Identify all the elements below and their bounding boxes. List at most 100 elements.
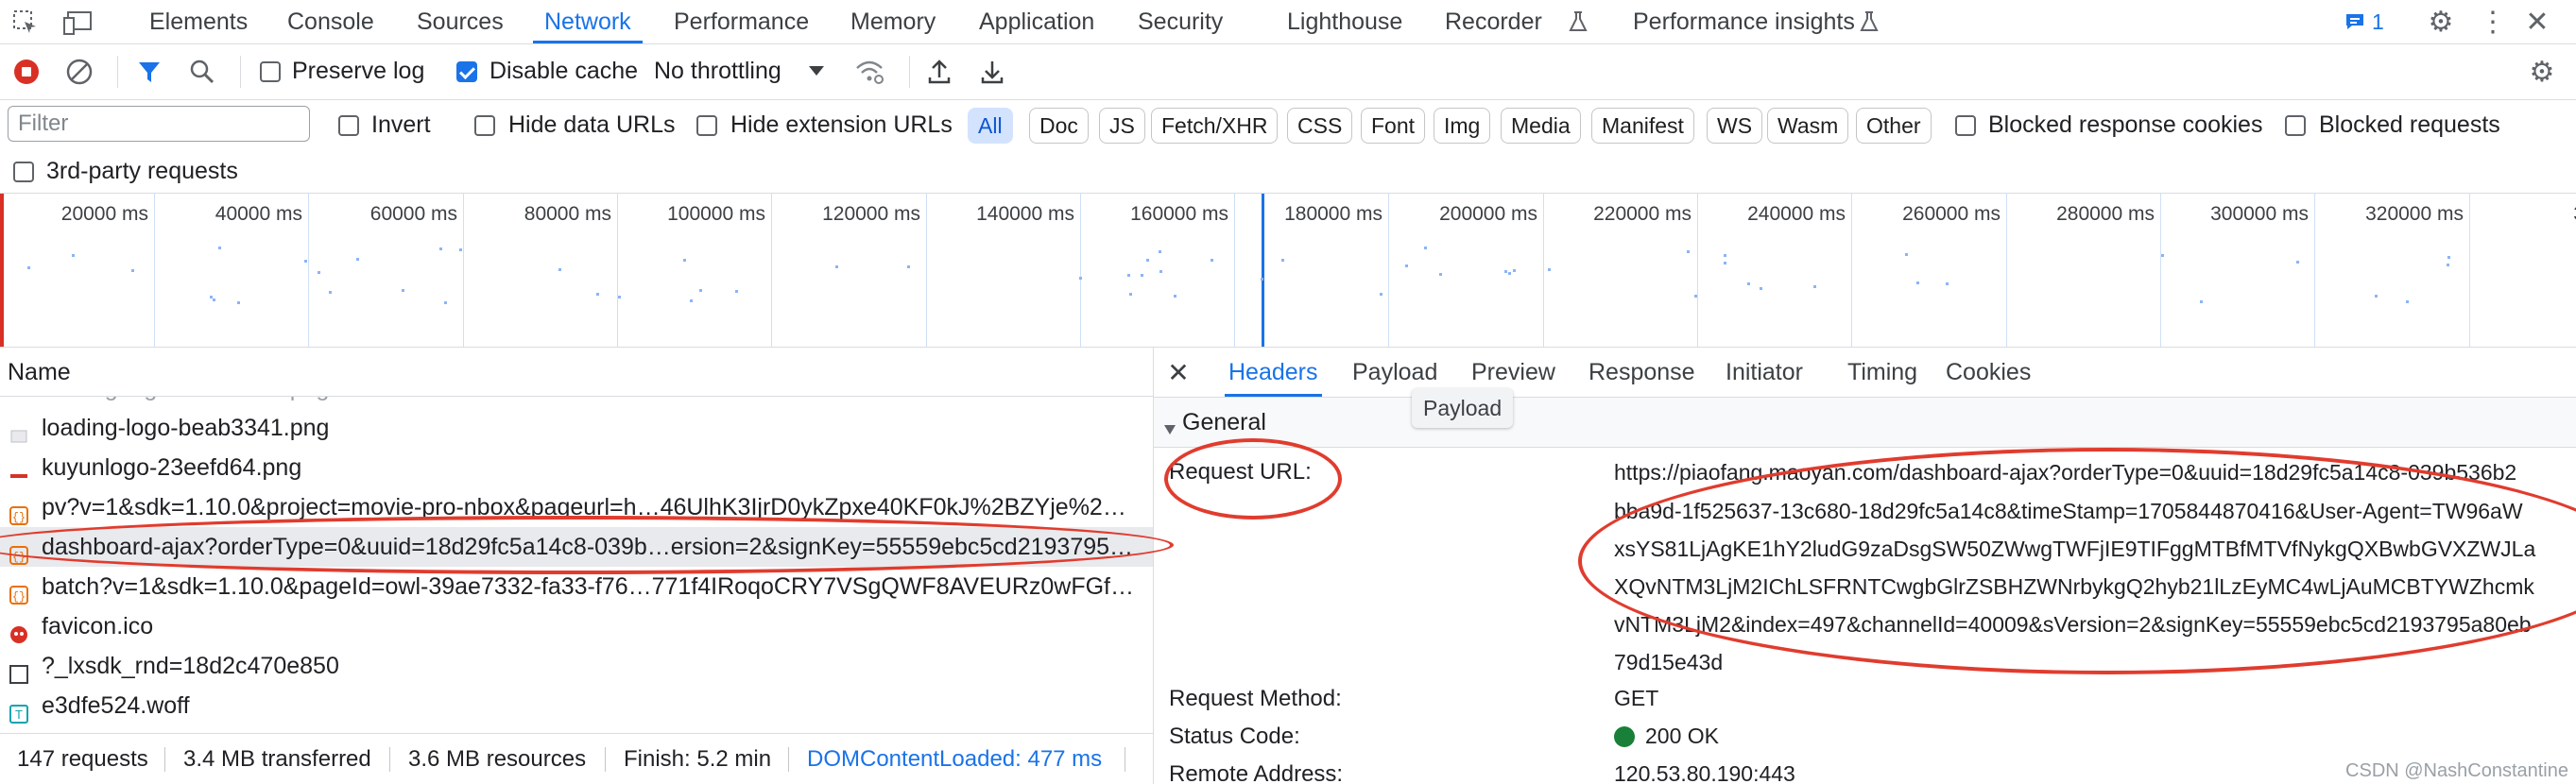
xhr-icon: {} [9, 537, 28, 565]
filter-type-ws[interactable]: WS [1707, 108, 1763, 144]
request-url-line: bba9d-1f525637-13c680-18d29fc5a14c8&time… [1614, 499, 2523, 523]
blocked-requests-checkbox[interactable] [2285, 115, 2306, 136]
tab-console[interactable]: Console [287, 0, 374, 43]
svg-text:T: T [15, 707, 23, 722]
tab-elements[interactable]: Elements [149, 0, 248, 43]
tab-network[interactable]: Network [533, 0, 643, 43]
disable-cache-checkbox[interactable] [456, 61, 477, 82]
divider [117, 56, 118, 88]
name-column-header[interactable]: Name [0, 348, 1153, 397]
filter-type-font[interactable]: Font [1361, 108, 1426, 144]
timeline-tick-label: 140000 ms [976, 203, 1074, 225]
stop-recording-icon[interactable] [11, 57, 42, 87]
timeline-tick [617, 194, 618, 347]
timeline-tick [926, 194, 927, 347]
network-conditions-icon[interactable] [853, 57, 885, 87]
tab-sources[interactable]: Sources [417, 0, 504, 43]
search-icon[interactable] [187, 57, 217, 87]
table-row[interactable]: ?_lxsdk_rnd=18d2c470e850 [0, 646, 1153, 686]
request-method-value: GET [1614, 686, 1659, 710]
timeline-tick-label: 180000 ms [1284, 203, 1382, 225]
general-section-header[interactable]: General [1154, 398, 2576, 448]
xhr-icon: {} [9, 577, 28, 605]
table-row[interactable]: kuyunlogo-23eefd64.png [0, 448, 1153, 487]
import-har-icon[interactable] [925, 57, 953, 87]
request-url-line: vNTM3LjM2&index=497&channelId=40009&sVer… [1614, 612, 2532, 637]
network-settings-gear-icon[interactable]: ⚙ [2527, 57, 2557, 88]
tab-application[interactable]: Application [979, 0, 1094, 43]
timeline-request-dot [2406, 300, 2409, 303]
timeline-request-dot [1508, 272, 1511, 275]
tab-cookies[interactable]: Cookies [1946, 348, 2031, 397]
device-toolbar-icon[interactable] [62, 9, 94, 37]
tab-performance[interactable]: Performance [674, 0, 809, 43]
timeline-request-dot [1261, 278, 1263, 281]
close-icon[interactable]: ✕ [2523, 7, 2551, 38]
hide-data-urls-checkbox[interactable] [474, 115, 495, 136]
clear-icon[interactable] [64, 57, 94, 87]
timeline-request-dot [459, 248, 462, 251]
filter-type-media[interactable]: Media [1501, 108, 1581, 144]
export-har-icon[interactable] [978, 57, 1006, 87]
filter-funnel-icon[interactable] [134, 57, 164, 87]
table-row[interactable]: T e3dfe524.woff [0, 686, 1153, 725]
timeline-request-dot [72, 254, 75, 257]
network-overview-timeline[interactable]: 20000 ms 40000 ms 60000 ms 80000 ms 100000 m… [0, 194, 2576, 348]
timeline-tick [2314, 194, 2315, 347]
messages-count[interactable]: 1 [2372, 0, 2384, 43]
tab-timing[interactable]: Timing [1847, 348, 1917, 397]
preserve-log-label: Preserve log [292, 58, 425, 84]
filter-type-fetch-xhr[interactable]: Fetch/XHR [1151, 108, 1279, 144]
filter-type-all[interactable]: All [968, 108, 1013, 144]
tab-headers[interactable]: Headers [1225, 348, 1321, 397]
tab-initiator[interactable]: Initiator [1726, 348, 1803, 397]
resources-size: 3.6 MB resources [408, 746, 587, 772]
hide-extension-urls-checkbox[interactable] [696, 115, 717, 136]
preserve-log-checkbox[interactable] [260, 61, 281, 82]
tab-response[interactable]: Response [1589, 348, 1695, 397]
filter-type-manifest[interactable]: Manifest [1591, 108, 1694, 144]
inspect-element-icon[interactable] [11, 9, 40, 37]
timeline-request-dot [1760, 287, 1762, 290]
svg-text:{}: {} [12, 590, 26, 604]
tab-security[interactable]: Security [1138, 0, 1223, 43]
tab-memory[interactable]: Memory [850, 0, 936, 43]
tab-performance-insights[interactable]: Performance insights [1633, 0, 1855, 43]
more-options-icon[interactable]: ⋮ [2479, 7, 2507, 38]
timeline-tick [2006, 194, 2007, 347]
timeline-request-dot [690, 299, 693, 302]
throttling-select[interactable]: No throttling [654, 58, 781, 85]
timeline-start-marker [0, 194, 4, 347]
request-name: pv?v=1&sdk=1.10.0&project=movie-pro-nbox… [42, 494, 1138, 520]
filter-input[interactable] [8, 106, 310, 142]
tab-lighthouse[interactable]: Lighthouse [1287, 0, 1402, 43]
filter-type-js[interactable]: JS [1099, 108, 1145, 144]
filter-type-img[interactable]: Img [1434, 108, 1491, 144]
filter-type-other[interactable]: Other [1856, 108, 1932, 144]
blocked-response-cookies-checkbox[interactable] [1955, 115, 1976, 136]
table-row[interactable]: {} batch?v=1&sdk=1.10.0&pageId=owl-39ae7… [0, 567, 1153, 606]
image-icon [9, 458, 28, 478]
close-details-icon[interactable]: ✕ [1163, 357, 1194, 387]
timeline-request-dot [907, 265, 910, 268]
filter-type-wasm[interactable]: Wasm [1767, 108, 1849, 144]
table-row[interactable]: favicon.ico [0, 606, 1153, 646]
settings-gear-icon[interactable]: ⚙ [2426, 7, 2456, 38]
tab-recorder[interactable]: Recorder [1445, 0, 1542, 43]
table-row-selected[interactable]: {} dashboard-ajax?orderType=0&uuid=18d29… [0, 527, 1153, 567]
chevron-down-icon[interactable] [805, 60, 828, 82]
timeline-request-dot [1141, 274, 1143, 277]
third-party-checkbox[interactable] [13, 162, 34, 182]
timeline-tick-label: 100000 ms [667, 203, 765, 225]
flask-icon [1858, 9, 1880, 34]
request-url-line: XQvNTM3LjM2IChLSFRNTCwgbGlrZSBHZWNrbykgQ… [1614, 574, 2534, 599]
filter-type-css[interactable]: CSS [1287, 108, 1353, 144]
messages-icon[interactable] [2344, 11, 2366, 32]
table-row[interactable]: {} pv?v=1&sdk=1.10.0&project=movie-pro-n… [0, 487, 1153, 527]
remote-address-label: Remote Address: [1169, 761, 1344, 784]
svg-text:{}: {} [12, 511, 26, 524]
timeline-request-dot [596, 293, 599, 296]
invert-checkbox[interactable] [338, 115, 359, 136]
filter-type-doc[interactable]: Doc [1029, 108, 1089, 144]
table-row[interactable]: loading-logo-beab3341.png [0, 408, 1153, 448]
